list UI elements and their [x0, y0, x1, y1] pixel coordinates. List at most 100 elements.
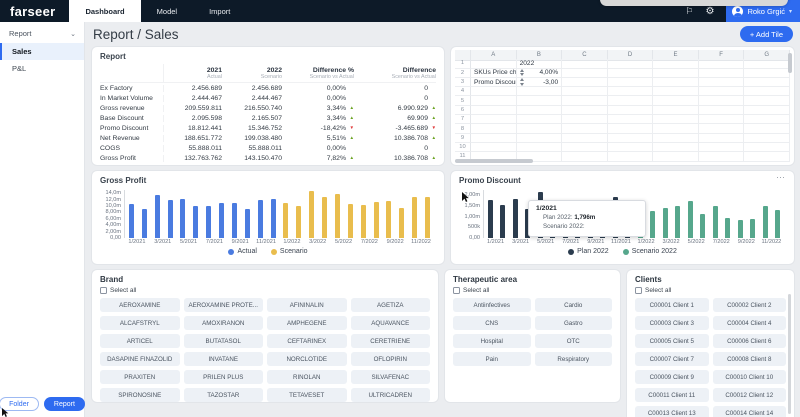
- filter-chip[interactable]: OFLOPIRIN: [351, 352, 431, 366]
- filter-chip[interactable]: INVATANE: [184, 352, 264, 366]
- stepper-up-icon[interactable]: [520, 69, 524, 72]
- bar-scenario-2022[interactable]: [650, 211, 655, 238]
- sheet-cell-E3[interactable]: [653, 78, 699, 87]
- filter-chip[interactable]: TAZOSTAR: [184, 388, 264, 402]
- sheet-cell-D7[interactable]: [608, 115, 654, 124]
- sheet-cell-A1[interactable]: [471, 59, 517, 68]
- sheet-cell-D10[interactable]: [608, 143, 654, 152]
- bar-scenario[interactable]: [386, 201, 391, 238]
- sheet-cell-G2[interactable]: [744, 69, 790, 78]
- bar-actual[interactable]: [168, 200, 173, 238]
- bar-scenario[interactable]: [361, 205, 366, 238]
- sheet-row-number[interactable]: 1: [455, 59, 471, 68]
- sheet-cell-G1[interactable]: [744, 59, 790, 68]
- bar-actual[interactable]: [142, 209, 147, 238]
- sheet-cell-G10[interactable]: [744, 143, 790, 152]
- stepper-down-icon[interactable]: [520, 83, 524, 86]
- bar-scenario-2022[interactable]: [675, 206, 680, 238]
- bar-scenario[interactable]: [374, 202, 379, 238]
- sheet-cell-A10[interactable]: [471, 143, 517, 152]
- filter-chip[interactable]: SILVAFENAC: [351, 370, 431, 384]
- sheet-cell-B6[interactable]: [517, 106, 563, 115]
- filter-chip[interactable]: DASAPINE FINAZOLID: [100, 352, 180, 366]
- sheet-cell-C7[interactable]: [562, 115, 608, 124]
- sheet-cell-E2[interactable]: [653, 69, 699, 78]
- sheet-cell-E7[interactable]: [653, 115, 699, 124]
- clients-filter-select-all[interactable]: Select all: [635, 287, 786, 294]
- filter-chip[interactable]: C00009 Client 9: [635, 370, 709, 384]
- sidebar-item-pl[interactable]: P&L: [0, 60, 84, 77]
- filter-chip[interactable]: ULTRICADREN: [351, 388, 431, 402]
- bar-scenario[interactable]: [309, 191, 314, 238]
- filter-chip[interactable]: Antiinfectives: [453, 298, 531, 312]
- bar-actual[interactable]: [245, 209, 250, 238]
- bar-scenario-2022[interactable]: [663, 208, 668, 239]
- sheet-cell-A6[interactable]: [471, 106, 517, 115]
- sheet-cell-E6[interactable]: [653, 106, 699, 115]
- bar-scenario[interactable]: [296, 206, 301, 238]
- bar-scenario[interactable]: [283, 203, 288, 238]
- value-stepper[interactable]: [520, 78, 524, 86]
- nav-tab-model[interactable]: Model: [141, 0, 193, 22]
- filter-chip[interactable]: RINOLAN: [267, 370, 347, 384]
- sidebar-group-report[interactable]: Report ⌄: [0, 22, 84, 43]
- sheet-cell-C8[interactable]: [562, 124, 608, 133]
- sheet-row-number[interactable]: 6: [455, 106, 471, 115]
- filter-chip[interactable]: C00003 Client 3: [635, 316, 709, 330]
- sheet-cell-C2[interactable]: [562, 69, 608, 78]
- filter-chip[interactable]: C00007 Client 7: [635, 352, 709, 366]
- bar-plan-2022[interactable]: [513, 199, 518, 238]
- bar-scenario[interactable]: [322, 197, 327, 238]
- flag-icon[interactable]: ⚐: [685, 6, 693, 17]
- bar-plan-2022[interactable]: [488, 200, 493, 238]
- bar-scenario[interactable]: [348, 204, 353, 238]
- bar-actual[interactable]: [219, 203, 224, 238]
- filter-chip[interactable]: C00011 Client 11: [635, 388, 709, 402]
- filter-chip[interactable]: PRAXITEN: [100, 370, 180, 384]
- filter-chip[interactable]: C00010 Client 10: [713, 370, 787, 384]
- bar-actual[interactable]: [155, 195, 160, 238]
- bar-scenario-2022[interactable]: [725, 218, 730, 238]
- filter-chip[interactable]: Pain: [453, 352, 531, 366]
- bar-scenario-2022[interactable]: [713, 206, 718, 238]
- sheet-cell-A9[interactable]: [471, 134, 517, 143]
- sheet-cell-G4[interactable]: [744, 87, 790, 96]
- bar-actual[interactable]: [258, 200, 263, 238]
- bar-scenario-2022[interactable]: [688, 201, 693, 238]
- sheet-cell-D5[interactable]: [608, 96, 654, 105]
- app-logo[interactable]: farseer: [0, 0, 69, 22]
- sheet-cell-C5[interactable]: [562, 96, 608, 105]
- filter-chip[interactable]: C00006 Client 6: [713, 334, 787, 348]
- sheet-cell-F1[interactable]: [699, 59, 745, 68]
- sheet-cell-F11[interactable]: [699, 152, 745, 161]
- sheet-cell-C11[interactable]: [562, 152, 608, 161]
- sheet-cell-E1[interactable]: [653, 59, 699, 68]
- sheet-cell-F6[interactable]: [699, 106, 745, 115]
- sheet-cell-B10[interactable]: [517, 143, 563, 152]
- sheet-cell-B2[interactable]: 4,00%: [517, 69, 563, 78]
- sheet-cell-F8[interactable]: [699, 124, 745, 133]
- select-all-checkbox[interactable]: [453, 287, 460, 294]
- add-tile-button[interactable]: + Add Tile: [740, 26, 793, 42]
- bar-actual[interactable]: [271, 199, 276, 238]
- sheet-cell-B9[interactable]: [517, 134, 563, 143]
- sheet-cell-E8[interactable]: [653, 124, 699, 133]
- sheet-cell-G5[interactable]: [744, 96, 790, 105]
- filter-chip[interactable]: AEROXAMINE PROTE...: [184, 298, 264, 312]
- sheet-cell-F4[interactable]: [699, 87, 745, 96]
- sheet-cell-C3[interactable]: [562, 78, 608, 87]
- sheet-cell-A2[interactable]: SKUs Price change: [471, 69, 517, 78]
- filter-chip[interactable]: CEFTARINEX: [267, 334, 347, 348]
- report-button[interactable]: Report: [44, 397, 85, 411]
- sheet-cell-F7[interactable]: [699, 115, 745, 124]
- filter-chip[interactable]: AQUAVANCE: [351, 316, 431, 330]
- filter-chip[interactable]: C00008 Client 8: [713, 352, 787, 366]
- therapeutic-filter-select-all[interactable]: Select all: [453, 287, 612, 294]
- sheet-row-number[interactable]: 10: [455, 143, 471, 152]
- select-all-checkbox[interactable]: [635, 287, 642, 294]
- sheet-cell-G7[interactable]: [744, 115, 790, 124]
- filter-chip[interactable]: OTC: [535, 334, 613, 348]
- sheet-cell-D9[interactable]: [608, 134, 654, 143]
- filter-chip[interactable]: C00012 Client 12: [713, 388, 787, 402]
- sheet-cell-D3[interactable]: [608, 78, 654, 87]
